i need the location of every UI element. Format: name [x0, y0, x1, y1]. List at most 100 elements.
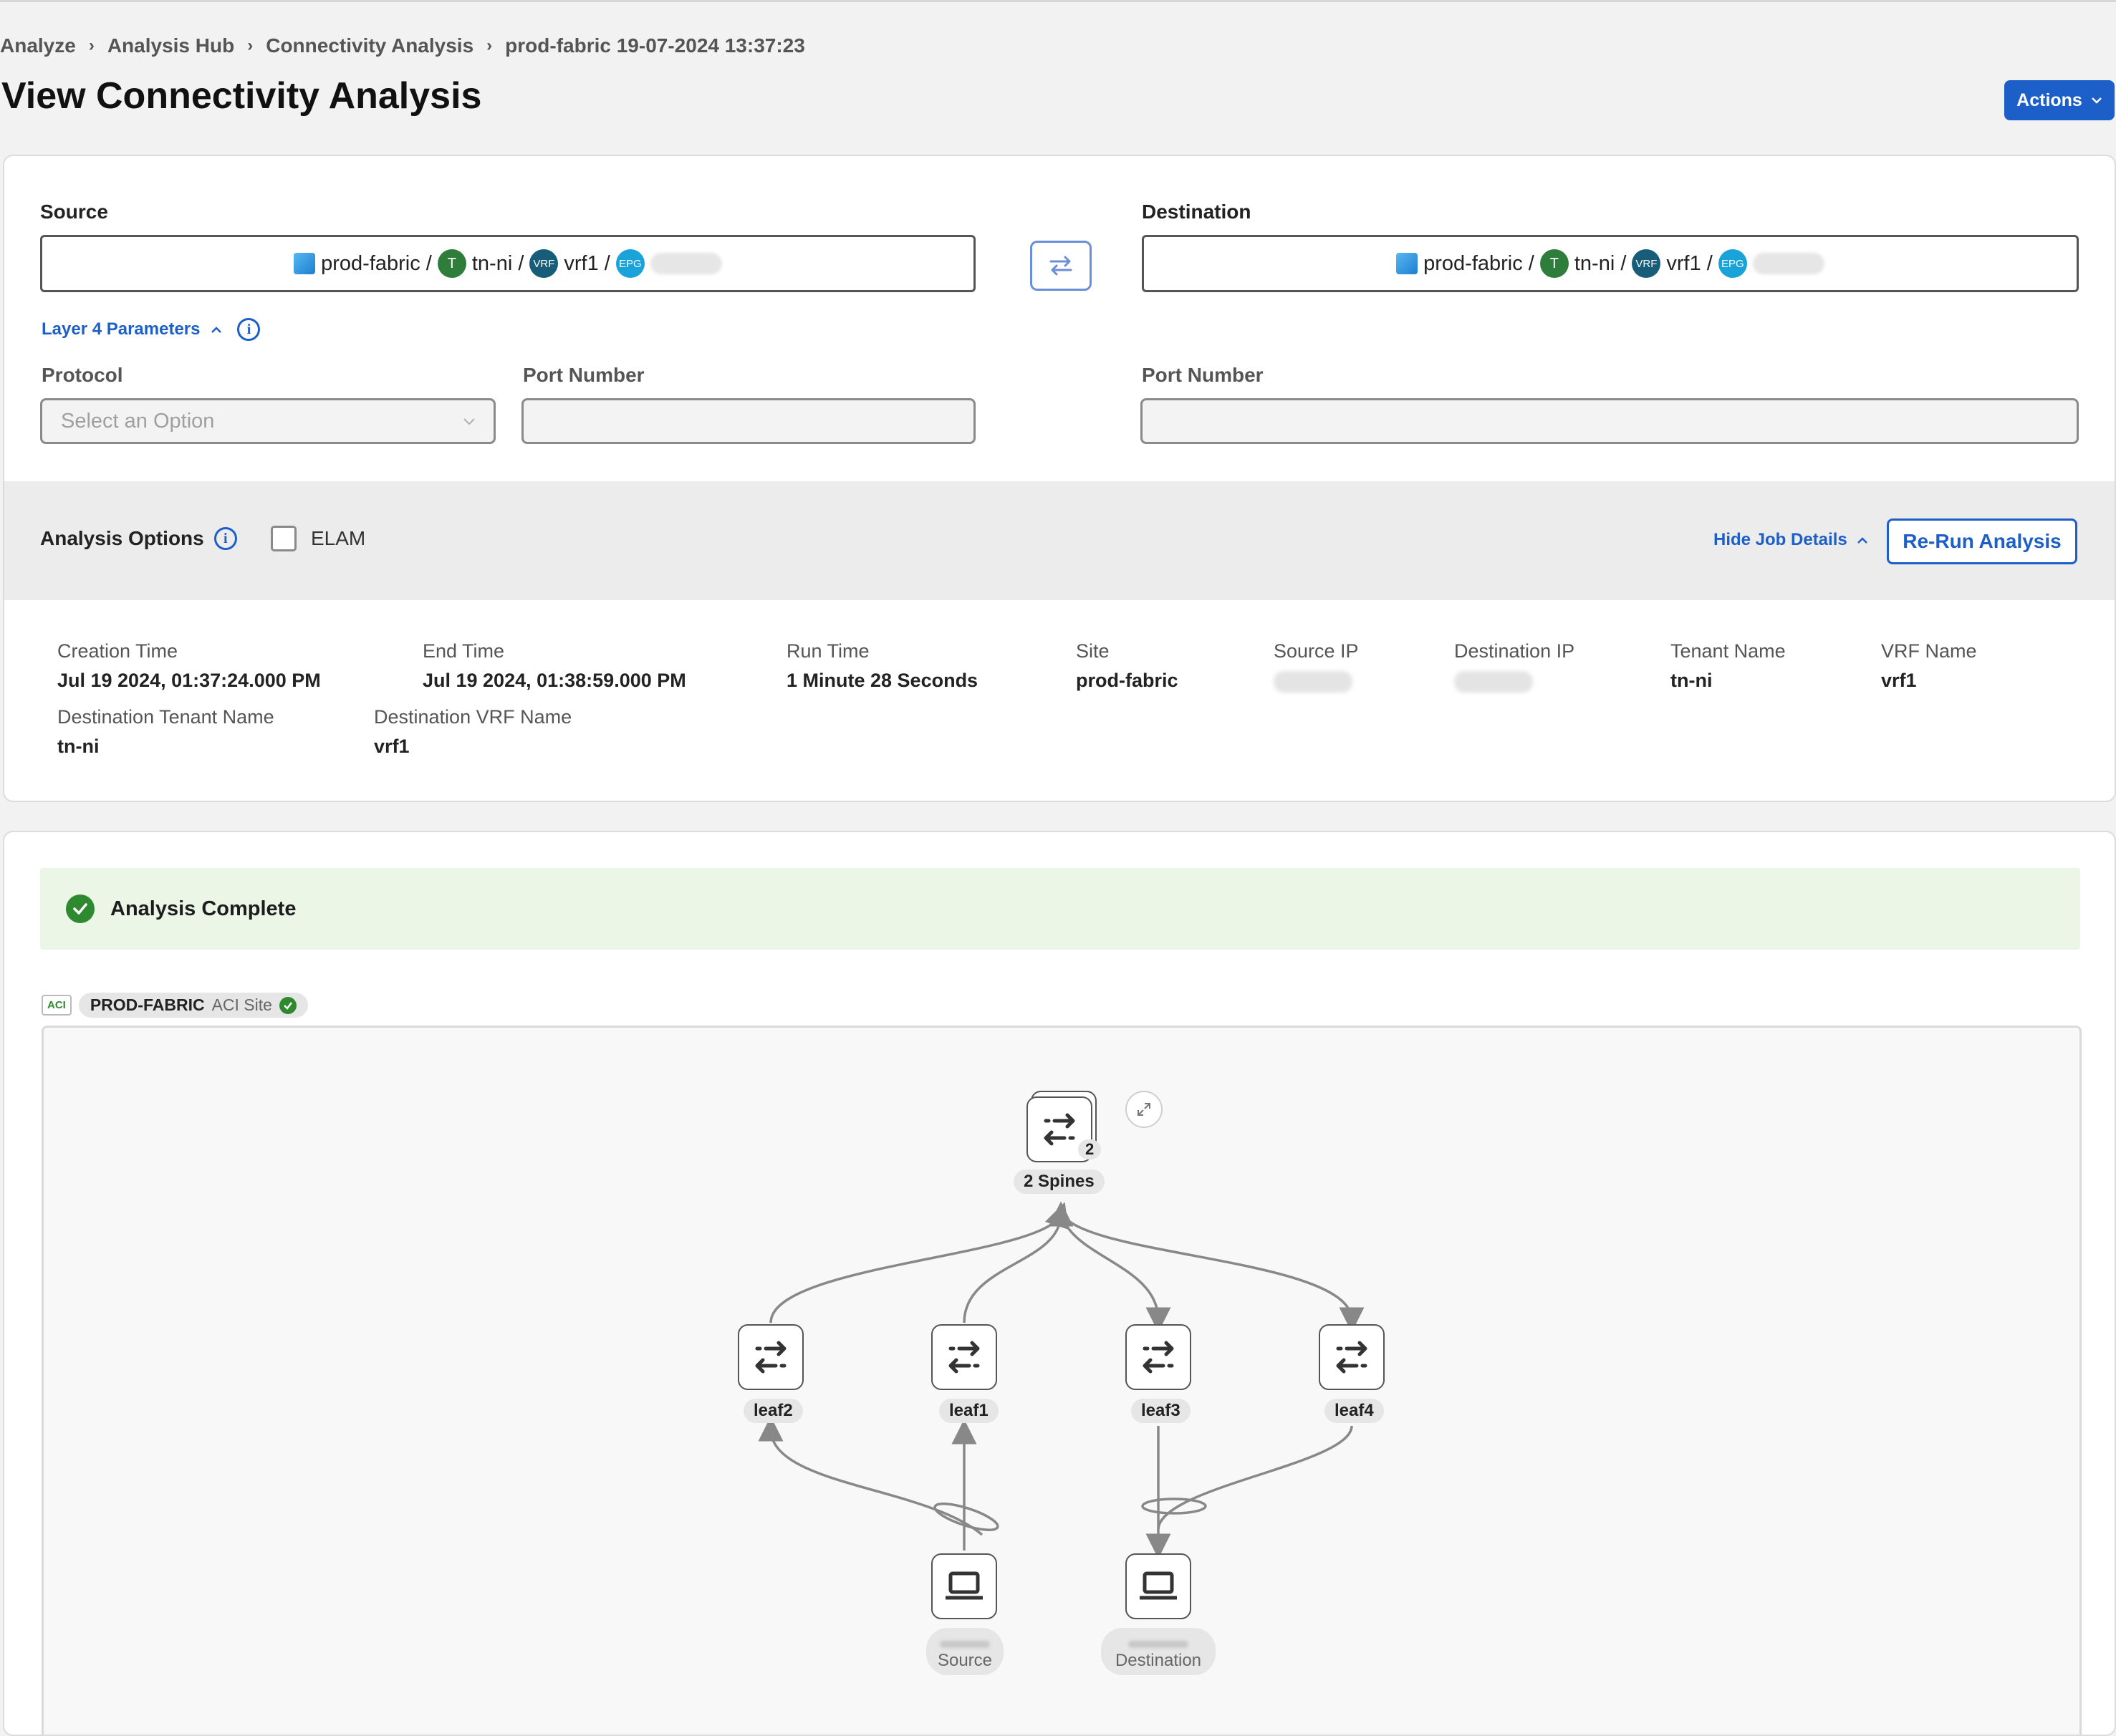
- link-leaf2-spine: [769, 1202, 1069, 1323]
- leaf-label: leaf1: [939, 1399, 999, 1423]
- info-icon[interactable]: i: [237, 318, 261, 341]
- switch-arrows-icon: [755, 1341, 787, 1374]
- hide-job-details-label: Hide Job Details: [1713, 530, 1847, 549]
- source-label: Source: [40, 201, 108, 223]
- breadcrumb-connectivity-analysis[interactable]: Connectivity Analysis: [266, 34, 473, 57]
- detail-value: vrf1: [1881, 670, 1917, 691]
- analysis-options-bar: Analysis Options i ELAM Hide Job Details…: [4, 481, 2115, 600]
- page-title: View Connectivity Analysis: [1, 75, 482, 117]
- port-channel-loop: [933, 1503, 999, 1531]
- spine-label: 2 Spines: [1014, 1170, 1105, 1194]
- site-pill: PROD-FABRIC ACI Site: [78, 993, 308, 1018]
- redacted-source-ip: [1274, 671, 1352, 693]
- topology-canvas[interactable]: 2 2 Spines leaf2 leaf1 leaf3 leaf4 Sourc: [42, 1026, 2082, 1735]
- destination-vrf: vrf1 /: [1666, 251, 1713, 275]
- analysis-options-label: Analysis Options: [40, 527, 204, 549]
- breadcrumb-analysis-hub[interactable]: Analysis Hub: [107, 34, 234, 57]
- detail-value: Jul 19 2024, 01:38:59.000 PM: [423, 670, 686, 691]
- laptop-icon: [1140, 1571, 1177, 1600]
- site-tag: ACI: [42, 995, 72, 1016]
- leaf-label: leaf2: [744, 1399, 803, 1423]
- destination-fabric: prod-fabric /: [1423, 251, 1534, 275]
- detail-label: Run Time: [787, 640, 870, 662]
- source-port-label: Port Number: [523, 364, 645, 386]
- redacted-destination-ip: [1454, 671, 1533, 693]
- job-detail-run-time: Run Time 1 Minute 28 Seconds: [787, 640, 978, 692]
- destination-port-input[interactable]: [1140, 398, 2079, 444]
- redacted-endpoint-name: [1128, 1641, 1188, 1648]
- destination-label: Destination: [1142, 201, 1251, 223]
- actions-button[interactable]: Actions: [2004, 80, 2115, 120]
- leaf-node-leaf1[interactable]: [931, 1324, 997, 1390]
- epg-badge-icon: EPG: [615, 249, 645, 278]
- link-leaf1-spine: [963, 1201, 1074, 1323]
- site-name: PROD-FABRIC: [90, 995, 205, 1014]
- laptop-icon: [946, 1571, 983, 1600]
- top-border: [0, 0, 2116, 2]
- vrf-badge-icon: VRF: [1632, 249, 1661, 278]
- destination-selector[interactable]: prod-fabric / T tn-ni / VRF vrf1 / EPG: [1142, 235, 2079, 292]
- hide-job-details-toggle[interactable]: Hide Job Details: [1713, 530, 1869, 550]
- spine-count-badge: 2: [1078, 1139, 1102, 1159]
- detail-value: vrf1: [374, 736, 410, 757]
- job-detail-tenant-name: Tenant Name tn-ni: [1670, 640, 1786, 692]
- detail-label: Destination Tenant Name: [57, 706, 274, 728]
- leaf-node-leaf4[interactable]: [1319, 1324, 1385, 1390]
- breadcrumb-analyze[interactable]: Analyze: [0, 34, 76, 57]
- actions-label: Actions: [2016, 90, 2082, 110]
- layer4-toggle[interactable]: Layer 4 Parameters i: [42, 318, 261, 341]
- info-icon[interactable]: i: [213, 527, 237, 550]
- expand-icon[interactable]: [1125, 1091, 1163, 1128]
- analysis-options-group: Analysis Options i: [40, 527, 237, 550]
- protocol-placeholder: Select an Option: [61, 409, 215, 433]
- destination-endpoint-node[interactable]: [1125, 1553, 1191, 1619]
- link-spine-leaf3: [1059, 1210, 1171, 1333]
- source-selector[interactable]: prod-fabric / T tn-ni / VRF vrf1 / EPG: [40, 235, 976, 292]
- protocol-select[interactable]: Select an Option: [40, 398, 496, 444]
- spine-node[interactable]: 2: [1026, 1096, 1102, 1162]
- leaf-label: leaf4: [1324, 1399, 1384, 1423]
- job-detail-destination-tenant: Destination Tenant Name tn-ni: [57, 706, 274, 758]
- breadcrumb: Analyze › Analysis Hub › Connectivity An…: [0, 32, 805, 60]
- check-circle-icon: [279, 996, 297, 1014]
- breadcrumb-current: prod-fabric 19-07-2024 13:37:23: [505, 34, 805, 57]
- leaf-node-leaf3[interactable]: [1125, 1324, 1191, 1390]
- source-role: Source: [937, 1651, 993, 1670]
- vrf-badge-icon: VRF: [529, 249, 559, 278]
- elam-checkbox[interactable]: [271, 526, 297, 551]
- swap-arrows-icon: [1049, 256, 1072, 276]
- detail-label: Tenant Name: [1670, 640, 1786, 662]
- leaf-node-leaf2[interactable]: [738, 1324, 804, 1390]
- detail-value: Jul 19 2024, 01:37:24.000 PM: [57, 670, 321, 691]
- detail-value: prod-fabric: [1076, 670, 1178, 691]
- job-detail-creation-time: Creation Time Jul 19 2024, 01:37:24.000 …: [57, 640, 321, 692]
- status-banner: Analysis Complete: [40, 868, 2080, 950]
- link-spine-leaf4: [1059, 1210, 1365, 1333]
- detail-label: Creation Time: [57, 640, 178, 662]
- detail-value: tn-ni: [57, 736, 100, 757]
- destination-endpoint-label: Destination: [1101, 1628, 1216, 1675]
- rerun-analysis-button[interactable]: Re-Run Analysis: [1887, 519, 2077, 564]
- job-detail-vrf-name: VRF Name vrf1: [1881, 640, 1977, 692]
- breadcrumb-separator: ›: [486, 36, 493, 55]
- site-header: ACI PROD-FABRIC ACI Site: [42, 993, 308, 1018]
- elam-checkbox-group[interactable]: ELAM: [271, 526, 365, 551]
- source-tenant: tn-ni /: [471, 251, 524, 275]
- detail-label: Source IP: [1274, 640, 1359, 662]
- tenant-badge-icon: T: [1539, 249, 1569, 278]
- tenant-badge-icon: T: [437, 249, 466, 278]
- status-text: Analysis Complete: [110, 897, 297, 920]
- breadcrumb-separator: ›: [88, 36, 95, 55]
- source-endpoint-node[interactable]: [931, 1553, 997, 1619]
- detail-value: tn-ni: [1670, 670, 1713, 691]
- job-detail-source-ip: Source IP: [1274, 640, 1359, 693]
- elam-label: ELAM: [311, 527, 366, 549]
- detail-label: Destination VRF Name: [374, 706, 572, 728]
- destination-role: Destination: [1115, 1651, 1202, 1670]
- job-detail-destination-ip: Destination IP: [1454, 640, 1574, 693]
- detail-value: 1 Minute 28 Seconds: [787, 670, 978, 691]
- destination-port-label: Port Number: [1142, 364, 1264, 386]
- source-port-input[interactable]: [521, 398, 976, 444]
- swap-button[interactable]: [1030, 241, 1092, 291]
- source-endpoint-label: Source: [926, 1628, 1004, 1675]
